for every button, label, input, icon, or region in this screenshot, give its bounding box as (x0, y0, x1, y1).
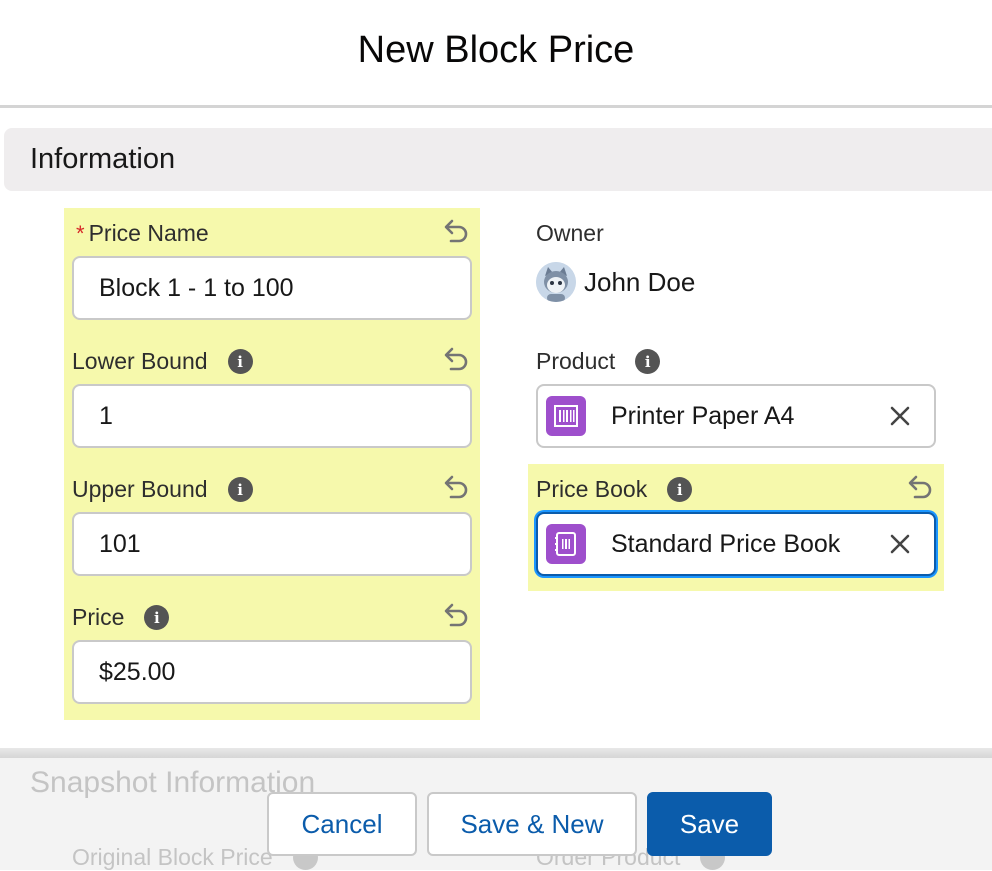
info-icon[interactable]: i (635, 349, 661, 374)
modal-title: New Block Price (357, 29, 635, 71)
price-label: Price i (72, 604, 170, 631)
info-icon[interactable]: i (144, 605, 170, 630)
product-label: Product i (536, 348, 661, 375)
original-block-price-label-text: Original Block Price (72, 844, 273, 870)
undo-icon[interactable] (906, 473, 934, 501)
product-icon (546, 396, 586, 436)
price-name-label-text: Price Name (88, 220, 209, 246)
close-icon[interactable] (880, 396, 920, 436)
footer-divider (0, 748, 992, 758)
info-icon[interactable]: i (667, 477, 693, 502)
owner-label-text: Owner (536, 220, 604, 246)
lower-bound-label-text: Lower Bound (72, 348, 208, 374)
user-avatar (536, 262, 576, 302)
undo-icon[interactable] (442, 601, 470, 629)
undo-icon[interactable] (442, 345, 470, 373)
product-label-text: Product (536, 348, 616, 374)
modal-header: New Block Price (0, 0, 992, 108)
price-book-lookup[interactable]: Standard Price Book (536, 512, 936, 576)
close-icon[interactable] (880, 524, 920, 564)
price-name-value: Block 1 - 1 to 100 (99, 273, 294, 302)
price-name-label: * Price Name (76, 220, 209, 247)
section-header-information[interactable]: Information (4, 128, 992, 191)
info-icon[interactable]: i (227, 477, 253, 502)
product-value: Printer Paper A4 (611, 401, 795, 430)
pricebook-icon (546, 524, 586, 564)
lower-bound-value: 1 (99, 401, 113, 430)
lower-bound-label: Lower Bound i (72, 348, 253, 375)
product-lookup[interactable]: Printer Paper A4 (536, 384, 936, 448)
upper-bound-value: 101 (99, 529, 141, 558)
owner-label: Owner (536, 220, 604, 247)
price-book-label: Price Book i (536, 476, 693, 503)
info-icon[interactable]: i (227, 349, 253, 374)
cancel-button[interactable]: Cancel (267, 792, 417, 856)
owner-row: John Doe (536, 262, 695, 302)
save-button[interactable]: Save (647, 792, 772, 856)
price-value: $25.00 (99, 657, 176, 686)
price-name-input[interactable]: Block 1 - 1 to 100 (72, 256, 472, 320)
undo-icon[interactable] (442, 473, 470, 501)
upper-bound-input[interactable]: 101 (72, 512, 472, 576)
required-marker: * (76, 220, 85, 246)
price-book-label-text: Price Book (536, 476, 648, 502)
save-and-new-button[interactable]: Save & New (427, 792, 637, 856)
upper-bound-label-text: Upper Bound (72, 476, 208, 502)
owner-link[interactable]: John Doe (584, 267, 695, 298)
upper-bound-label: Upper Bound i (72, 476, 253, 503)
price-input[interactable]: $25.00 (72, 640, 472, 704)
lower-bound-input[interactable]: 1 (72, 384, 472, 448)
price-book-value: Standard Price Book (611, 529, 841, 558)
undo-icon[interactable] (442, 217, 470, 245)
price-label-text: Price (72, 604, 125, 630)
section-title: Information (30, 143, 176, 175)
